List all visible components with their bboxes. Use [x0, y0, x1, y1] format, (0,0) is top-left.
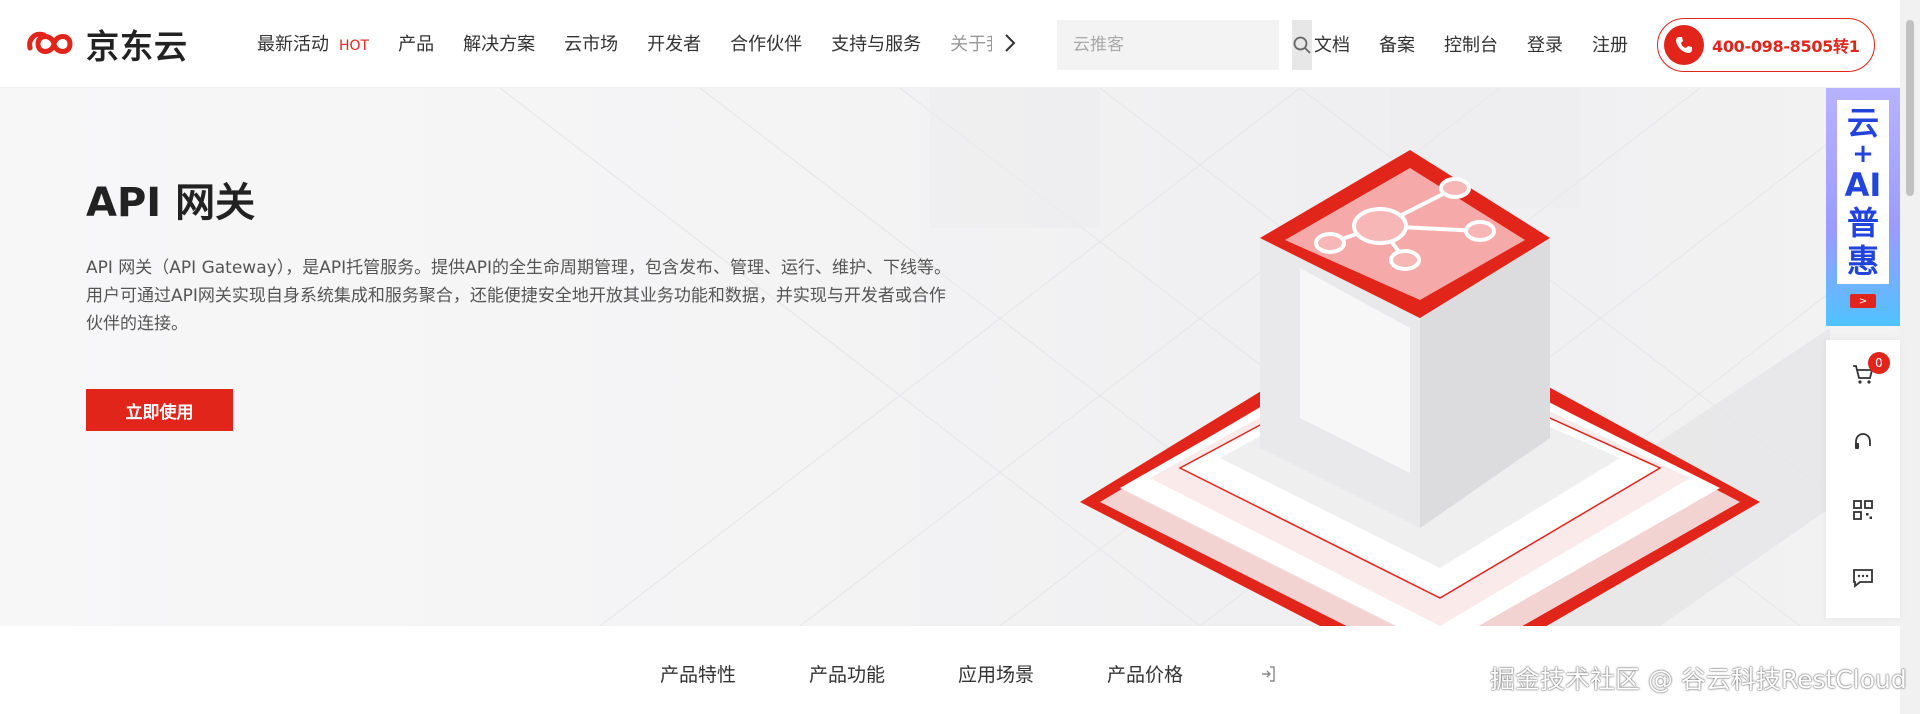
search-button[interactable] — [1292, 20, 1312, 70]
promo-arrow-icon: > — [1850, 294, 1876, 308]
search-input[interactable] — [1057, 20, 1292, 70]
page: 京东云 最新活动 HOT 产品 解决方案 云市场 开发者 合作伙伴 支持与服务 … — [0, 0, 1920, 714]
floating-toolbar: 0 — [1826, 340, 1900, 618]
chat-icon — [1853, 569, 1873, 588]
use-now-button[interactable]: 立即使用 — [86, 389, 233, 431]
top-header: 京东云 最新活动 HOT 产品 解决方案 云市场 开发者 合作伙伴 支持与服务 … — [0, 0, 1900, 88]
nav-item-activities[interactable]: 最新活动 HOT — [257, 30, 369, 56]
chevron-right-icon[interactable] — [1002, 33, 1018, 53]
scrollbar-thumb[interactable] — [1906, 20, 1914, 196]
subnav-functions[interactable]: 产品功能 — [809, 660, 885, 687]
hero-description: API 网关（API Gateway），是API托管服务。提供API的全生命周期… — [86, 254, 986, 338]
description-line: 伙伴的连接。 — [86, 314, 188, 334]
nav-item-support[interactable]: 支持与服务 — [831, 30, 921, 56]
phone-number: 400-098-8505转1 — [1712, 37, 1860, 56]
link-register[interactable]: 注册 — [1592, 31, 1628, 57]
phone-button[interactable]: 400-098-8505转1 — [1657, 18, 1875, 72]
description-line: 用户可通过API网关实现自身系统集成和服务聚合，还能便捷安全地开放其业务功能和数… — [86, 286, 946, 306]
headset-icon — [1855, 433, 1871, 449]
watermark-text: 掘金技术社区 @ 谷云科技RestCloud — [1490, 665, 1907, 694]
promo-char: 惠 — [1846, 242, 1879, 280]
nav-item-about[interactable]: 关于我 — [950, 30, 992, 56]
external-link-icon — [1262, 665, 1275, 682]
subnav-pricing[interactable]: 产品价格 — [1107, 660, 1276, 687]
promo-char: 云 — [1846, 104, 1879, 142]
cart-button[interactable]: 0 — [1826, 340, 1900, 408]
link-login[interactable]: 登录 — [1527, 31, 1563, 57]
subnav-features[interactable]: 产品特性 — [660, 660, 736, 687]
cart-count-badge: 0 — [1868, 352, 1890, 374]
nav-item-partners[interactable]: 合作伙伴 — [730, 30, 802, 56]
promo-char: 普 — [1846, 204, 1879, 242]
hero-banner: API 网关 API 网关（API Gateway），是API托管服务。提供AP… — [0, 88, 1900, 626]
main-nav: 最新活动 HOT 产品 解决方案 云市场 开发者 合作伙伴 支持与服务 关于我 — [257, 30, 1018, 56]
api-gateway-illustration — [1080, 150, 1760, 626]
promo-char: AI — [1844, 166, 1882, 204]
description-line: API 网关（API Gateway），是API托管服务。提供API的全生命周期… — [86, 258, 951, 278]
search-icon — [1293, 36, 1311, 54]
nav-item-marketplace[interactable]: 云市场 — [564, 30, 618, 56]
subnav-pricing-label: 产品价格 — [1107, 664, 1184, 686]
promo-text: 云 + AI 普 惠 — [1837, 100, 1889, 284]
qrcode-icon — [1853, 500, 1873, 520]
hot-badge: HOT — [339, 38, 370, 54]
phone-icon — [1664, 25, 1704, 65]
page-scrollbar[interactable] — [1900, 0, 1920, 714]
customer-service-button[interactable] — [1826, 408, 1900, 476]
logo-text: 京东云 — [86, 27, 188, 66]
jd-cloud-logo[interactable]: 京东云 — [24, 24, 188, 66]
nav-item-solutions[interactable]: 解决方案 — [463, 30, 535, 56]
nav-item-developers[interactable]: 开发者 — [647, 30, 701, 56]
promo-char: + — [1852, 139, 1874, 169]
header-links: 文档 备案 控制台 登录 注册 — [1314, 31, 1657, 57]
search-box — [1057, 20, 1312, 70]
chat-button[interactable] — [1826, 544, 1900, 612]
link-console[interactable]: 控制台 — [1444, 31, 1498, 57]
hero-title: API 网关 — [86, 180, 256, 226]
nav-item-label: 最新活动 — [257, 34, 329, 55]
link-docs[interactable]: 文档 — [1314, 31, 1350, 57]
logo-mark-icon — [27, 31, 73, 54]
qrcode-button[interactable] — [1826, 476, 1900, 544]
nav-item-products[interactable]: 产品 — [398, 30, 434, 56]
subnav-scenarios[interactable]: 应用场景 — [958, 660, 1034, 687]
link-filing[interactable]: 备案 — [1379, 31, 1415, 57]
ai-promo-banner[interactable]: 云 + AI 普 惠 > — [1826, 88, 1900, 326]
subnav-items: 产品特性 产品功能 应用场景 产品价格 — [660, 660, 1349, 687]
